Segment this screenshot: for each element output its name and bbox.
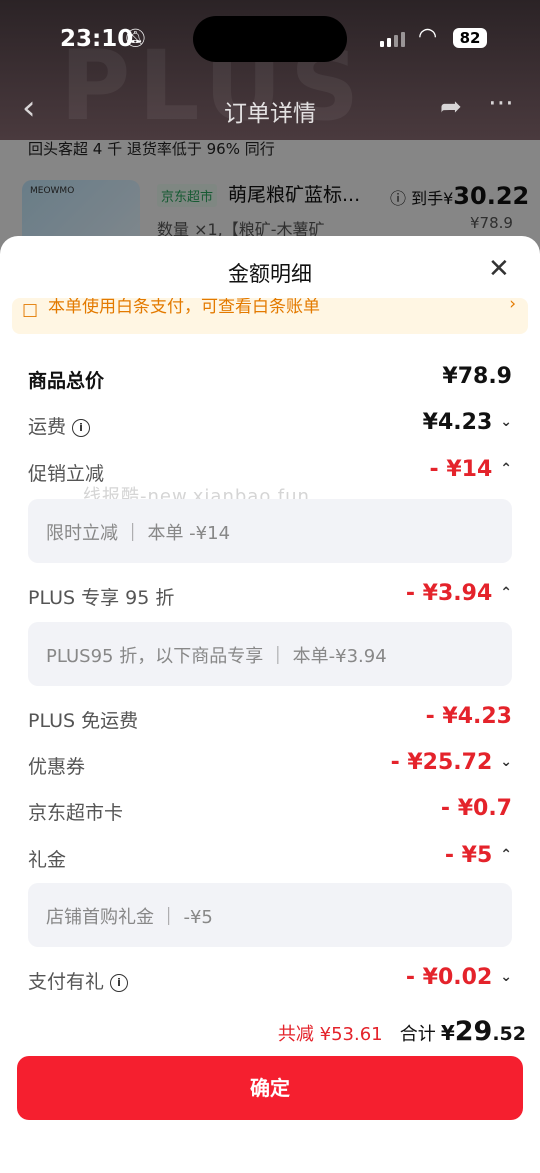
plus95-amount: - ¥3.94 ⌃ — [406, 581, 512, 606]
gift-detail-box: 店铺首购礼金 ｜ -¥5 — [28, 883, 512, 947]
row-payment-gift[interactable]: 支付有礼 i - ¥0.02 ⌄ — [28, 965, 512, 999]
goods-total-value: ¥78.9 — [442, 364, 512, 389]
share-icon[interactable]: ➦ — [440, 92, 462, 122]
confirm-button[interactable]: 确定 — [17, 1056, 523, 1120]
chevron-right-icon: › — [509, 298, 516, 314]
amount-detail-sheet: 金额明细 ✕ □ 本单使用白条支付，可查看白条账单 › 商品总价 ¥78.9 运… — [0, 236, 540, 1173]
payment-gift-label-text: 支付有礼 — [28, 971, 105, 993]
battery-icon: 82 — [453, 28, 487, 48]
total-currency: ¥ — [440, 1021, 455, 1045]
promo-detail-text: 限时立减 ｜ 本单 -¥14 — [46, 523, 231, 544]
gift-value: - ¥5 — [444, 843, 493, 868]
navbar: ‹ 订单详情 ➦ ⋯ — [0, 88, 540, 132]
chevron-up-icon[interactable]: ⌃ — [500, 585, 512, 601]
shipping-value: ¥4.23 — [422, 410, 493, 435]
row-plus-free-shipping: PLUS 免运费 - ¥4.23 — [28, 704, 512, 738]
cellular-signal-icon — [380, 32, 405, 47]
promo-value: - ¥14 — [429, 457, 493, 482]
wifi-icon: ◠ — [418, 24, 438, 49]
total-saved: 共减 ¥53.61 — [277, 1024, 383, 1045]
status-bar: 23:10 🔕︎ ◠ 82 — [0, 16, 540, 62]
arrive-price-value: 30.22 — [453, 182, 530, 210]
total-integer: 29 — [454, 1016, 493, 1047]
plus95-detail-text: PLUS95 折，以下商品专享 ｜ 本单-¥3.94 — [46, 646, 387, 667]
coupon-label: 优惠券 — [28, 756, 86, 778]
page-header-background: PLUS 23:10 🔕︎ ◠ 82 ‹ 订单详情 ➦ ⋯ — [0, 0, 540, 140]
shop-stats: 回头客超 4 千 退货率低于 96% 同行 — [28, 140, 275, 158]
chevron-down-icon[interactable]: ⌄ — [500, 969, 512, 985]
payment-gift-label: 支付有礼 i — [28, 967, 129, 994]
chevron-down-icon[interactable]: ⌄ — [500, 414, 512, 430]
more-icon[interactable]: ⋯ — [488, 88, 516, 118]
goods-total-amount: ¥78.9 — [442, 364, 512, 389]
jd-supermarket-tag: 京东超市 — [157, 184, 218, 207]
goods-total-label: 商品总价 — [28, 370, 105, 392]
plus-free-shipping-label: PLUS 免运费 — [28, 710, 139, 732]
total-label: 合计 — [399, 1024, 436, 1045]
shipping-amount: ¥4.23 ⌄ — [423, 410, 512, 435]
promo-detail-box: 限时立减 ｜ 本单 -¥14 — [28, 499, 512, 563]
mute-bell-icon: 🔕︎ — [124, 28, 147, 49]
dynamic-island — [193, 16, 347, 62]
status-time: 23:10 — [60, 26, 134, 52]
close-icon[interactable]: ✕ — [488, 254, 510, 284]
plus95-label: PLUS 专享 95 折 — [28, 587, 175, 609]
plus95-value: - ¥3.94 — [405, 581, 493, 606]
product-name[interactable]: 萌尾粮矿蓝标... — [228, 180, 360, 207]
row-goods-total: 商品总价 ¥78.9 — [28, 364, 512, 398]
supermarket-card-amount: - ¥0.7 — [440, 796, 512, 821]
promo-amount: - ¥14 ⌃ — [430, 457, 512, 482]
row-gift-money[interactable]: 礼金 - ¥5 ⌃ — [28, 843, 512, 877]
coupon-value: - ¥25.72 — [390, 750, 493, 775]
thumb-brand: MEOWMO — [30, 186, 75, 196]
supermarket-card-label: 京东超市卡 — [28, 802, 124, 824]
total-decimal: .52 — [492, 1023, 526, 1045]
row-shipping[interactable]: 运费 i ¥4.23 ⌄ — [28, 410, 512, 444]
gift-detail-text: 店铺首购礼金 ｜ -¥5 — [46, 907, 213, 928]
gift-label: 礼金 — [28, 849, 67, 871]
total-summary: 共减 ¥53.61 合计 ¥29.52 — [278, 1016, 526, 1047]
shipping-label: 运费 i — [28, 412, 91, 439]
baitiao-notice[interactable]: □ 本单使用白条支付，可查看白条账单 › — [12, 298, 528, 334]
notice-icon: □ — [22, 300, 39, 320]
arrive-price: ⓘ 到手¥30.22 — [390, 182, 530, 210]
coupon-amount: - ¥25.72 ⌄ — [391, 750, 512, 775]
row-coupon[interactable]: 优惠券 - ¥25.72 ⌄ — [28, 750, 512, 784]
info-icon[interactable]: i — [72, 419, 91, 437]
notice-text: 本单使用白条支付，可查看白条账单 — [48, 298, 320, 317]
payment-gift-value: - ¥0.02 — [405, 965, 493, 990]
arrive-currency: ¥ — [443, 189, 454, 208]
row-supermarket-card: 京东超市卡 - ¥0.7 — [28, 796, 512, 830]
sheet-title: 金额明细 — [228, 262, 312, 286]
gift-amount: - ¥5 ⌃ — [445, 843, 512, 868]
info-icon[interactable]: i — [110, 974, 129, 992]
chevron-down-icon[interactable]: ⌄ — [500, 754, 512, 770]
payment-gift-amount: - ¥0.02 ⌄ — [406, 965, 512, 990]
plus-free-shipping-amount: - ¥4.23 — [425, 704, 512, 729]
original-price: ¥78.9 — [470, 214, 513, 232]
chevron-up-icon[interactable]: ⌃ — [500, 461, 512, 477]
chevron-up-icon[interactable]: ⌃ — [500, 847, 512, 863]
plus95-detail-box: PLUS95 折，以下商品专享 ｜ 本单-¥3.94 — [28, 622, 512, 686]
arrive-prefix: 到手 — [411, 189, 444, 208]
shipping-label-text: 运费 — [28, 416, 67, 438]
row-plus-95[interactable]: PLUS 专享 95 折 - ¥3.94 ⌃ — [28, 581, 512, 615]
